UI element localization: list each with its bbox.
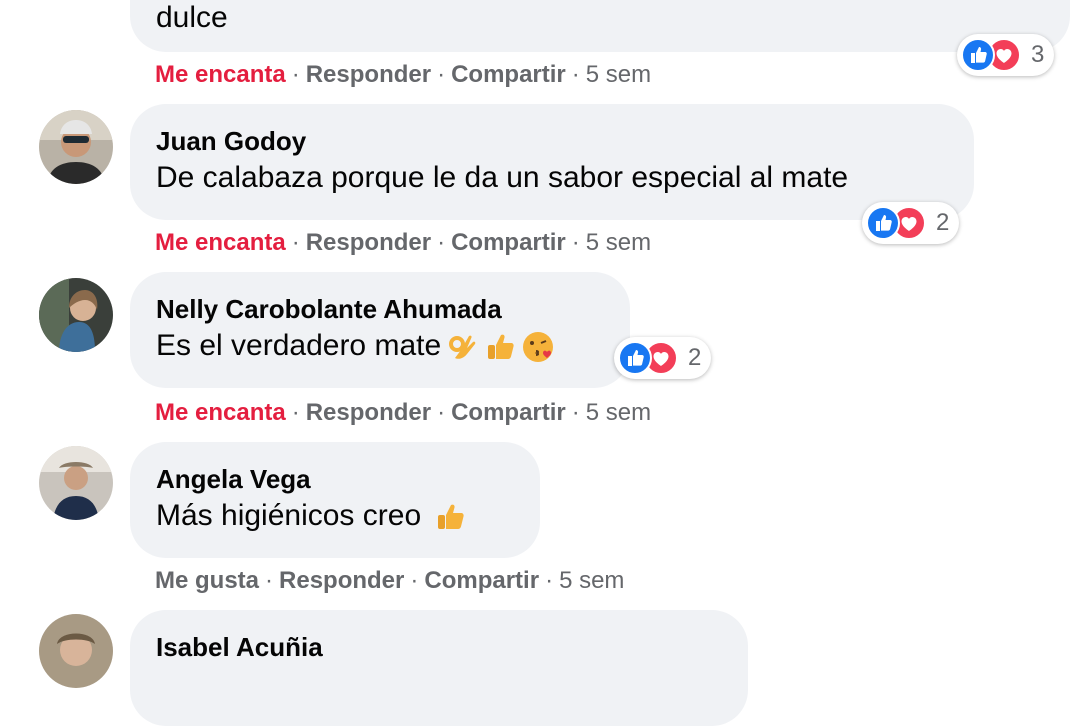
kissing-face-emoji — [521, 330, 555, 364]
comment-bubble: Juan Godoy De calabaza porque le da un s… — [130, 104, 974, 220]
like-icon — [961, 38, 995, 72]
share-button[interactable]: Compartir — [451, 229, 566, 256]
separator: · — [291, 399, 300, 426]
like-button[interactable]: Me gusta — [155, 567, 259, 594]
comment-author[interactable]: Angela Vega — [156, 462, 512, 496]
react-button[interactable]: Me encanta — [155, 61, 286, 88]
reaction-count: 3 — [1031, 41, 1045, 68]
comment-actions: Me encanta · Responder · Compartir · 5 sem — [155, 228, 651, 258]
timestamp[interactable]: 5 sem — [586, 229, 651, 256]
reaction-summary[interactable]: 2 — [614, 337, 712, 379]
reply-button[interactable]: Responder — [306, 229, 431, 256]
timestamp[interactable]: 5 sem — [559, 567, 624, 594]
reaction-count: 2 — [688, 344, 702, 371]
separator: · — [571, 399, 580, 426]
separator: · — [437, 61, 446, 88]
avatar[interactable] — [39, 110, 113, 184]
timestamp[interactable]: 5 sem — [586, 61, 651, 88]
react-button[interactable]: Me encanta — [155, 229, 286, 256]
comment-bubble: Angela Vega Más higiénicos creo — [130, 442, 540, 558]
separator: · — [291, 229, 300, 256]
comment-author[interactable]: Juan Godoy — [156, 124, 946, 158]
share-button[interactable]: Compartir — [451, 399, 566, 426]
comment-author[interactable]: Nelly Carobolante Ahumada — [156, 292, 602, 326]
comment-text: Es el verdadero mate — [156, 326, 602, 366]
separator: · — [571, 61, 580, 88]
avatar[interactable] — [39, 614, 113, 688]
comment-author[interactable]: Isabel Acuñia — [156, 630, 720, 664]
comment-text-content: Más higiénicos creo — [156, 499, 422, 532]
reply-button[interactable]: Responder — [306, 399, 431, 426]
comment-actions: Me gusta · Responder · Compartir · 5 sem — [155, 566, 624, 596]
react-button[interactable]: Me encanta — [155, 399, 286, 426]
share-button[interactable]: Compartir — [424, 567, 539, 594]
thumbs-up-emoji — [433, 500, 467, 534]
reply-button[interactable]: Responder — [279, 567, 404, 594]
avatar[interactable] — [39, 446, 113, 520]
comment-actions: Me encanta · Responder · Compartir · 5 sem — [155, 398, 651, 428]
reaction-count: 2 — [936, 209, 950, 236]
comment-bubble: Nelly Carobolante Ahumada Es el verdader… — [130, 272, 630, 388]
reply-button[interactable]: Responder — [306, 61, 431, 88]
separator: · — [545, 567, 554, 594]
comment-bubble: Isabel Acuñia — [130, 610, 748, 726]
comment-actions: Me encanta · Responder · Compartir · 5 sem — [155, 60, 651, 90]
ok-hand-emoji — [445, 330, 479, 364]
separator: · — [410, 567, 419, 594]
share-button[interactable]: Compartir — [451, 61, 566, 88]
separator: · — [571, 229, 580, 256]
reaction-summary[interactable]: 2 — [862, 202, 960, 244]
comment-text: Más higiénicos creo — [156, 496, 512, 536]
like-icon — [866, 206, 900, 240]
separator: · — [291, 61, 300, 88]
comment-bubble: dulce — [130, 0, 1070, 52]
separator: · — [265, 567, 274, 594]
separator: · — [437, 229, 446, 256]
like-icon — [618, 341, 652, 375]
comment-text: De calabaza porque le da un sabor especi… — [156, 161, 849, 194]
thumbs-up-emoji — [483, 330, 517, 364]
comment-text-content: Es el verdadero mate — [156, 329, 442, 362]
avatar[interactable] — [39, 278, 113, 352]
reaction-summary[interactable]: 3 — [957, 34, 1055, 76]
timestamp[interactable]: 5 sem — [586, 399, 651, 426]
comment-text: dulce — [156, 1, 228, 34]
separator: · — [437, 399, 446, 426]
